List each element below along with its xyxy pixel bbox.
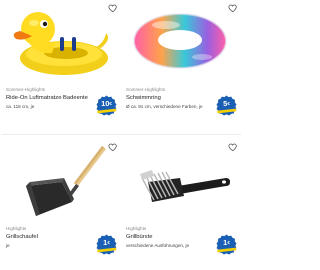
product-card-duck-float[interactable]: Sommer-Highlights Ride-On Luftmatratze B…: [2, 1, 120, 129]
heart-outline-icon[interactable]: [108, 3, 118, 13]
heart-outline-icon[interactable]: [108, 142, 118, 152]
price-value: 1€: [216, 238, 237, 247]
product-title[interactable]: Grillschaufel: [6, 233, 92, 241]
price-badge: 10€: [96, 95, 117, 116]
price-currency: €: [107, 240, 110, 245]
row-divider: [2, 134, 241, 135]
product-tag: Highlights: [126, 226, 147, 231]
product-title[interactable]: Grillbürste: [126, 233, 212, 241]
price-value: 5€: [216, 99, 237, 108]
swim-ring-image[interactable]: [126, 3, 234, 81]
price-value: 1€: [96, 238, 117, 247]
product-tag: Highlights: [6, 226, 27, 231]
product-tag: Sommer-Highlights: [126, 87, 166, 92]
product-card-grill-shovel[interactable]: Highlights Grillschaufel je 1€: [2, 140, 120, 268]
product-subtitle: verschiedene Ausführungen, je: [126, 243, 190, 248]
product-subtitle: ca. 118 cm, je: [6, 104, 35, 109]
grill-brush-image[interactable]: [126, 142, 234, 220]
product-subtitle: Ø ca. 91 cm, verschiedene Farben, je: [126, 104, 203, 109]
grill-shovel-image[interactable]: [6, 142, 114, 220]
price-currency: €: [109, 101, 112, 106]
price-value: 10€: [96, 99, 117, 108]
product-grid: Sommer-Highlights Ride-On Luftmatratze B…: [0, 0, 243, 270]
product-info: Sommer-Highlights Schwimmring Ø ca. 91 c…: [126, 87, 212, 110]
product-tag: Sommer-Highlights: [6, 87, 46, 92]
price-badge: 5€: [216, 95, 237, 116]
product-subtitle: je: [6, 243, 10, 248]
price-badge: 1€: [216, 234, 237, 255]
price-badge: 1€: [96, 234, 117, 255]
heart-outline-icon[interactable]: [228, 142, 238, 152]
product-info: Sommer-Highlights Ride-On Luftmatratze B…: [6, 87, 92, 110]
product-title[interactable]: Ride-On Luftmatratze Badeente: [6, 94, 92, 102]
product-title[interactable]: Schwimmring: [126, 94, 212, 102]
product-info: Highlights Grillbürste verschiedene Ausf…: [126, 226, 212, 249]
product-card-swim-ring[interactable]: Sommer-Highlights Schwimmring Ø ca. 91 c…: [122, 1, 240, 129]
heart-outline-icon[interactable]: [228, 3, 238, 13]
product-info: Highlights Grillschaufel je: [6, 226, 92, 249]
product-card-grill-brush[interactable]: Highlights Grillbürste verschiedene Ausf…: [122, 140, 240, 268]
price-currency: €: [227, 101, 230, 106]
rubber-duck-float-image[interactable]: [6, 3, 114, 81]
price-currency: €: [227, 240, 230, 245]
